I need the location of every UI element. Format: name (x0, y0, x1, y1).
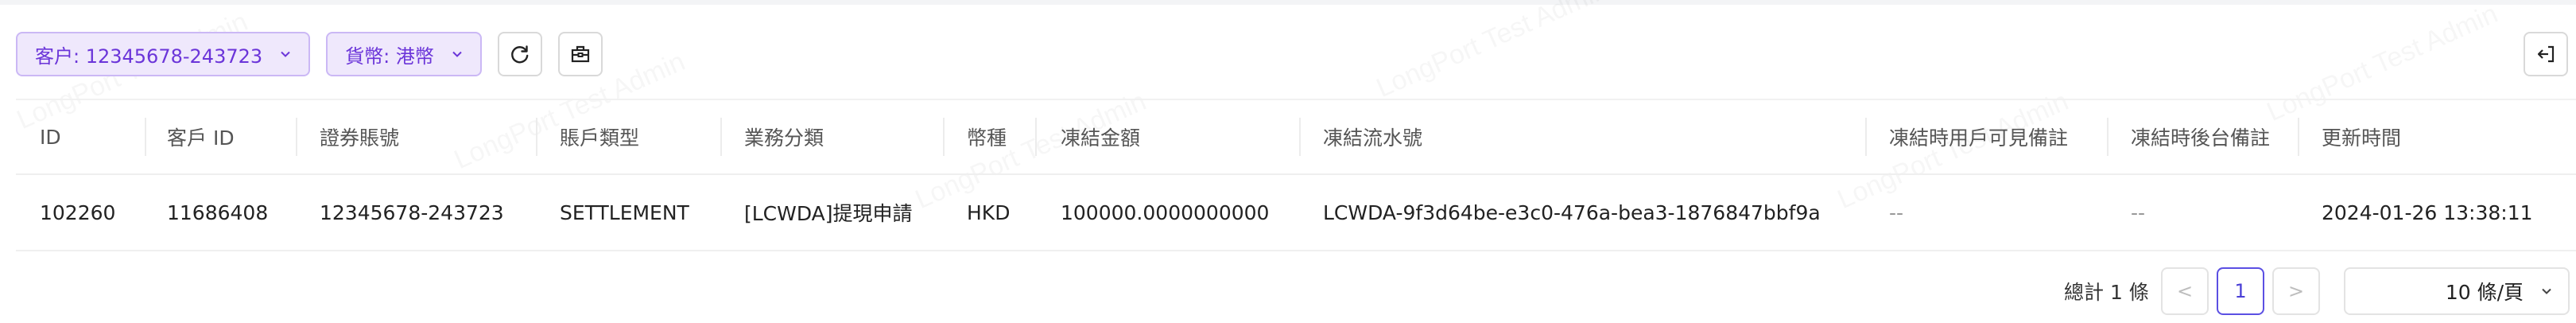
export-button[interactable] (557, 32, 603, 76)
column-header: 凍結金額 (1061, 126, 1141, 150)
page-size-label: 10 條/頁 (2445, 281, 2524, 304)
column-header: 幣種 (967, 126, 1007, 150)
export-box-icon (571, 45, 589, 63)
exit-icon (2537, 45, 2555, 63)
top-border (0, 0, 2576, 5)
cell-user-visible-remark: -- (1889, 200, 1904, 224)
chevron-left-icon: < (2176, 280, 2194, 302)
page-number-button[interactable]: 1 (2217, 267, 2264, 315)
exit-button[interactable] (2524, 32, 2568, 76)
cell-business-category: [LCWDA]提現申請 (744, 202, 913, 225)
cell-backend-remark: -- (2131, 200, 2146, 224)
page-size-select[interactable]: 10 條/頁 (2344, 267, 2570, 315)
column-header: 更新時間 (2322, 126, 2402, 150)
prev-page-button[interactable]: < (2161, 267, 2209, 315)
cell-updated-time: 2024-01-26 13:38:11 (2322, 200, 2533, 224)
customer-filter-select[interactable]: 客户: 12345678-243723 (16, 32, 311, 76)
customer-filter-label: 客户: 12345678-243723 (35, 45, 263, 68)
column-divider (145, 118, 146, 156)
chevron-down-icon (452, 51, 462, 57)
chevron-right-icon: > (2287, 280, 2305, 302)
cell-customer-id: 11686408 (167, 200, 269, 224)
next-page-button[interactable]: > (2272, 267, 2320, 315)
column-header: 凍結時用戶可見備註 (1889, 126, 2069, 150)
filter-toolbar: 客户: 12345678-243723 貨幣: 港幣 (16, 32, 619, 76)
column-divider (2298, 118, 2299, 156)
freeze-records-table: ID 客戶 ID 證券賬號 賬戶類型 業務分類 幣種 凍結金額 凍結流水號 凍結… (16, 99, 2576, 251)
page-number-label: 1 (2234, 280, 2247, 302)
column-divider (1035, 118, 1037, 156)
column-divider (536, 118, 537, 156)
cell-freeze-serial-number: LCWDA-9f3d64be-e3c0-476a-bea3-1876847bbf… (1323, 200, 1821, 224)
table-header-row: ID 客戶 ID 證券賬號 賬戶類型 業務分類 幣種 凍結金額 凍結流水號 凍結… (16, 99, 2576, 175)
column-divider (1865, 118, 1867, 156)
column-header: 賬戶類型 (560, 126, 640, 150)
column-header: 證券賬號 (320, 126, 400, 150)
cell-account-type: SETTLEMENT (560, 200, 689, 224)
column-divider (943, 118, 945, 156)
pagination-total: 總計 1 條 (2064, 281, 2149, 304)
column-header: 凍結流水號 (1323, 126, 1423, 150)
column-header: 業務分類 (744, 126, 824, 150)
chevron-down-icon (2542, 288, 2551, 294)
cell-id: 102260 (40, 200, 116, 224)
refresh-icon (510, 45, 529, 64)
currency-filter-select[interactable]: 貨幣: 港幣 (326, 32, 482, 76)
column-divider (1299, 118, 1301, 156)
column-divider (2107, 118, 2109, 156)
refresh-button[interactable] (497, 32, 542, 76)
column-header: 客戶 ID (167, 126, 235, 150)
currency-filter-label: 貨幣: 港幣 (345, 45, 434, 68)
table-row[interactable]: 102260 11686408 12345678-243723 SETTLEME… (16, 175, 2576, 251)
column-divider (720, 118, 722, 156)
cell-securities-account: 12345678-243723 (320, 200, 504, 224)
column-header: 凍結時後台備註 (2131, 126, 2271, 150)
watermark-text: LongPort Test Admin (1372, 0, 1612, 104)
cell-frozen-amount: 100000.0000000000 (1061, 200, 1270, 224)
chevron-down-icon (281, 51, 290, 57)
column-divider (296, 118, 297, 156)
column-header: ID (40, 125, 61, 149)
cell-currency: HKD (967, 200, 1011, 224)
